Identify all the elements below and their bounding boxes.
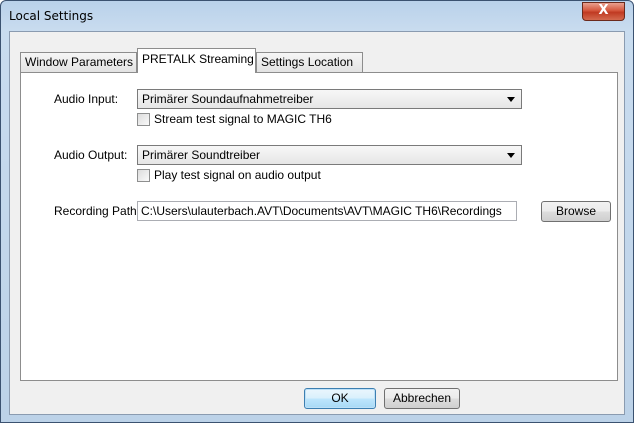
local-settings-window: Local Settings X Window Parameters PRETA… xyxy=(0,0,634,423)
checkbox-icon[interactable] xyxy=(137,168,150,182)
close-icon: X xyxy=(598,3,609,18)
tab-pretalk-streaming[interactable]: PRETALK Streaming xyxy=(137,48,256,73)
chevron-down-icon xyxy=(507,153,515,158)
title-bar[interactable]: Local Settings X xyxy=(1,1,633,31)
checkbox-icon[interactable] xyxy=(137,112,150,126)
pretalk-streaming-panel: Audio Input: Primärer Soundaufnahmetreib… xyxy=(20,72,618,381)
play-test-signal-checkbox[interactable]: Play test signal on audio output xyxy=(137,168,321,182)
browse-button[interactable]: Browse xyxy=(541,201,611,222)
recording-path-input[interactable]: C:\Users\ulauterbach.AVT\Documents\AVT\M… xyxy=(137,201,517,221)
cancel-button[interactable]: Abbrechen xyxy=(384,388,460,409)
dialog-client-area: Window Parameters PRETALK Streaming Sett… xyxy=(9,31,625,415)
audio-output-select[interactable]: Primärer Soundtreiber xyxy=(137,145,522,165)
tab-window-parameters[interactable]: Window Parameters xyxy=(20,52,137,72)
audio-output-label: Audio Output: xyxy=(54,148,128,162)
audio-input-value: Primärer Soundaufnahmetreiber xyxy=(142,92,314,106)
stream-test-signal-label: Stream test signal to MAGIC TH6 xyxy=(154,112,332,126)
audio-output-value: Primärer Soundtreiber xyxy=(142,148,261,162)
stream-test-signal-checkbox[interactable]: Stream test signal to MAGIC TH6 xyxy=(137,112,332,126)
play-test-signal-label: Play test signal on audio output xyxy=(154,168,321,182)
audio-input-select[interactable]: Primärer Soundaufnahmetreiber xyxy=(137,89,522,109)
chevron-down-icon xyxy=(507,97,515,102)
recording-path-label: Recording Path: xyxy=(54,204,141,218)
audio-input-label: Audio Input: xyxy=(54,92,119,106)
tab-settings-location[interactable]: Settings Location xyxy=(256,52,363,72)
ok-button[interactable]: OK xyxy=(304,388,376,409)
window-title: Local Settings xyxy=(9,9,94,23)
close-button[interactable]: X xyxy=(582,2,625,21)
